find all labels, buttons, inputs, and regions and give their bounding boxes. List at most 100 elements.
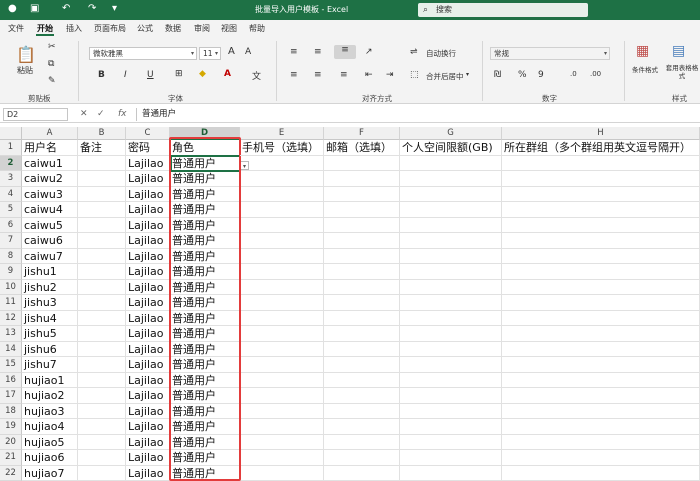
cell[interactable]: hujiao6: [22, 450, 78, 466]
cell[interactable]: [240, 310, 324, 326]
cell[interactable]: [78, 341, 126, 357]
align-right-icon[interactable]: ≡: [340, 70, 348, 80]
cell[interactable]: [78, 233, 126, 249]
cell[interactable]: Lajilao: [126, 202, 170, 218]
cell[interactable]: [78, 171, 126, 187]
cell[interactable]: [78, 450, 126, 466]
cell[interactable]: [400, 279, 502, 295]
row-header[interactable]: 9: [0, 264, 22, 280]
cell[interactable]: Lajilao: [126, 264, 170, 280]
cell[interactable]: [502, 186, 700, 202]
cell[interactable]: Lajilao: [126, 341, 170, 357]
cell[interactable]: [400, 326, 502, 342]
cell[interactable]: [502, 419, 700, 435]
merge-center-button[interactable]: 合并后居中: [426, 71, 464, 82]
cell[interactable]: Lajilao: [126, 450, 170, 466]
underline-button[interactable]: U: [147, 70, 154, 80]
cell[interactable]: Lajilao: [126, 248, 170, 264]
cell[interactable]: [400, 357, 502, 373]
column-header-g[interactable]: G: [400, 127, 502, 140]
cell[interactable]: [400, 186, 502, 202]
cell[interactable]: hujiao2: [22, 388, 78, 404]
cell[interactable]: [502, 248, 700, 264]
cell[interactable]: [78, 248, 126, 264]
cell[interactable]: [400, 217, 502, 233]
column-header-e[interactable]: E: [240, 127, 324, 140]
cell[interactable]: [502, 357, 700, 373]
cell[interactable]: [502, 450, 700, 466]
increase-decimal-icon[interactable]: .0: [570, 70, 577, 78]
header-cell[interactable]: 邮箱（选填）: [324, 140, 400, 156]
cell[interactable]: [240, 434, 324, 450]
paste-button-label[interactable]: 粘贴: [17, 65, 33, 76]
row-header[interactable]: 1: [0, 140, 22, 156]
column-header-c[interactable]: C: [126, 127, 170, 140]
cell[interactable]: [240, 372, 324, 388]
formula-input[interactable]: 普通用户: [136, 108, 696, 121]
cell[interactable]: [78, 279, 126, 295]
cell[interactable]: [324, 326, 400, 342]
cell[interactable]: caiwu2: [22, 171, 78, 187]
cell[interactable]: [502, 295, 700, 311]
autosave-icon[interactable]: ●: [8, 3, 17, 14]
cell[interactable]: jishu3: [22, 295, 78, 311]
cell[interactable]: hujiao7: [22, 465, 78, 481]
cell[interactable]: [502, 155, 700, 171]
row-header[interactable]: 16: [0, 372, 22, 388]
format-as-table-icon[interactable]: ▤: [672, 43, 685, 59]
cell[interactable]: [502, 341, 700, 357]
cell[interactable]: [400, 434, 502, 450]
cell[interactable]: [400, 450, 502, 466]
format-as-table-button[interactable]: 套用表格格式: [664, 64, 700, 80]
row-header[interactable]: 3: [0, 171, 22, 187]
cell[interactable]: caiwu6: [22, 233, 78, 249]
cell[interactable]: [400, 465, 502, 481]
cell[interactable]: Lajilao: [126, 403, 170, 419]
row-header[interactable]: 22: [0, 465, 22, 481]
cell[interactable]: Lajilao: [126, 155, 170, 171]
cell[interactable]: [78, 310, 126, 326]
row-header[interactable]: 20: [0, 434, 22, 450]
tab-file[interactable]: 文件: [8, 23, 24, 34]
cell[interactable]: caiwu4: [22, 202, 78, 218]
cell[interactable]: [502, 202, 700, 218]
cell[interactable]: [502, 233, 700, 249]
row-header[interactable]: 2: [0, 155, 22, 171]
orientation-icon[interactable]: ↗: [365, 47, 373, 57]
cell[interactable]: [400, 202, 502, 218]
cell[interactable]: jishu2: [22, 279, 78, 295]
cell[interactable]: Lajilao: [126, 419, 170, 435]
cell[interactable]: [324, 388, 400, 404]
borders-icon[interactable]: ⊞: [175, 69, 183, 79]
tab-help[interactable]: 帮助: [249, 23, 265, 34]
decrease-font-icon[interactable]: A: [245, 47, 251, 57]
cell[interactable]: [400, 372, 502, 388]
decrease-decimal-icon[interactable]: .00: [590, 70, 601, 78]
cell[interactable]: [324, 264, 400, 280]
cell[interactable]: [324, 403, 400, 419]
cell[interactable]: [400, 248, 502, 264]
cell[interactable]: [502, 465, 700, 481]
row-header[interactable]: 11: [0, 295, 22, 311]
cell[interactable]: [240, 279, 324, 295]
column-header-a[interactable]: A: [22, 127, 78, 140]
cell[interactable]: [400, 403, 502, 419]
cell[interactable]: [78, 419, 126, 435]
number-format-select[interactable]: 常规 ▾: [490, 47, 610, 60]
format-painter-icon[interactable]: ✎: [48, 76, 56, 86]
tab-view[interactable]: 视图: [221, 23, 237, 34]
cell[interactable]: caiwu1: [22, 155, 78, 171]
row-header[interactable]: 14: [0, 341, 22, 357]
copy-icon[interactable]: ⧉: [48, 59, 54, 69]
cell[interactable]: [324, 217, 400, 233]
italic-button[interactable]: I: [124, 70, 127, 80]
cell[interactable]: [502, 279, 700, 295]
cell[interactable]: [400, 171, 502, 187]
cell[interactable]: [240, 186, 324, 202]
cell[interactable]: [502, 264, 700, 280]
customize-quick-access-icon[interactable]: ▾: [112, 3, 117, 14]
conditional-formatting-button[interactable]: 条件格式: [632, 64, 658, 74]
cell[interactable]: [78, 434, 126, 450]
header-cell[interactable]: 个人空间限额(GB): [400, 140, 502, 156]
cell[interactable]: [502, 310, 700, 326]
